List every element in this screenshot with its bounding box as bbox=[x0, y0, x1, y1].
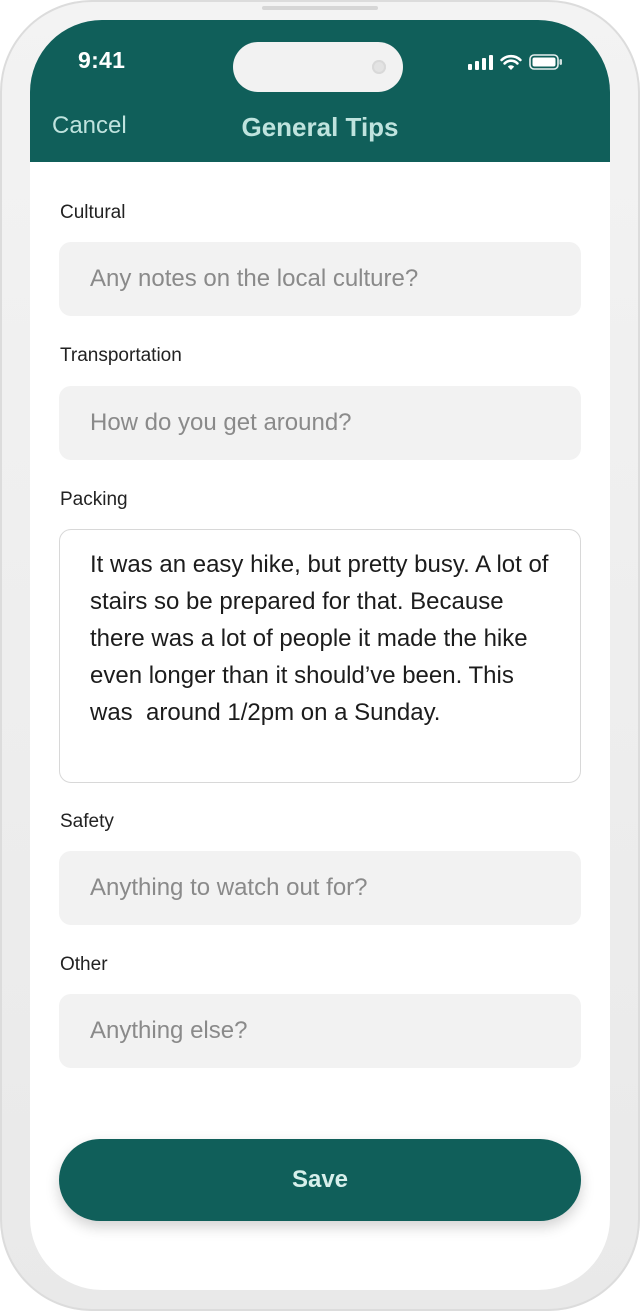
packing-label: Packing bbox=[60, 489, 128, 510]
transportation-input[interactable] bbox=[59, 386, 581, 460]
page-title: General Tips bbox=[241, 112, 399, 142]
cultural-input[interactable] bbox=[59, 242, 581, 316]
other-input[interactable] bbox=[59, 994, 581, 1068]
battery-icon bbox=[529, 54, 562, 70]
other-label: Other bbox=[60, 954, 108, 975]
dynamic-island bbox=[233, 42, 403, 92]
camera-icon bbox=[372, 60, 386, 74]
wifi-icon bbox=[500, 54, 522, 70]
safety-label: Safety bbox=[60, 811, 114, 832]
safety-input[interactable] bbox=[59, 851, 581, 925]
cultural-label: Cultural bbox=[60, 202, 126, 223]
header-bar: 9:41 Cancel General Tips bbox=[30, 20, 610, 162]
packing-textarea[interactable]: It was an easy hike, but pretty busy. A … bbox=[59, 529, 581, 783]
phone-frame: 9:41 Cancel General Tips Cultural Any no… bbox=[0, 0, 640, 1311]
transportation-label: Transportation bbox=[60, 345, 182, 366]
app-screen: 9:41 Cancel General Tips Cultural Any no… bbox=[30, 20, 610, 1290]
save-button[interactable]: Save bbox=[59, 1139, 581, 1221]
signal-icon bbox=[468, 54, 493, 70]
status-icons bbox=[468, 52, 563, 72]
status-time: 9:41 bbox=[78, 47, 126, 73]
